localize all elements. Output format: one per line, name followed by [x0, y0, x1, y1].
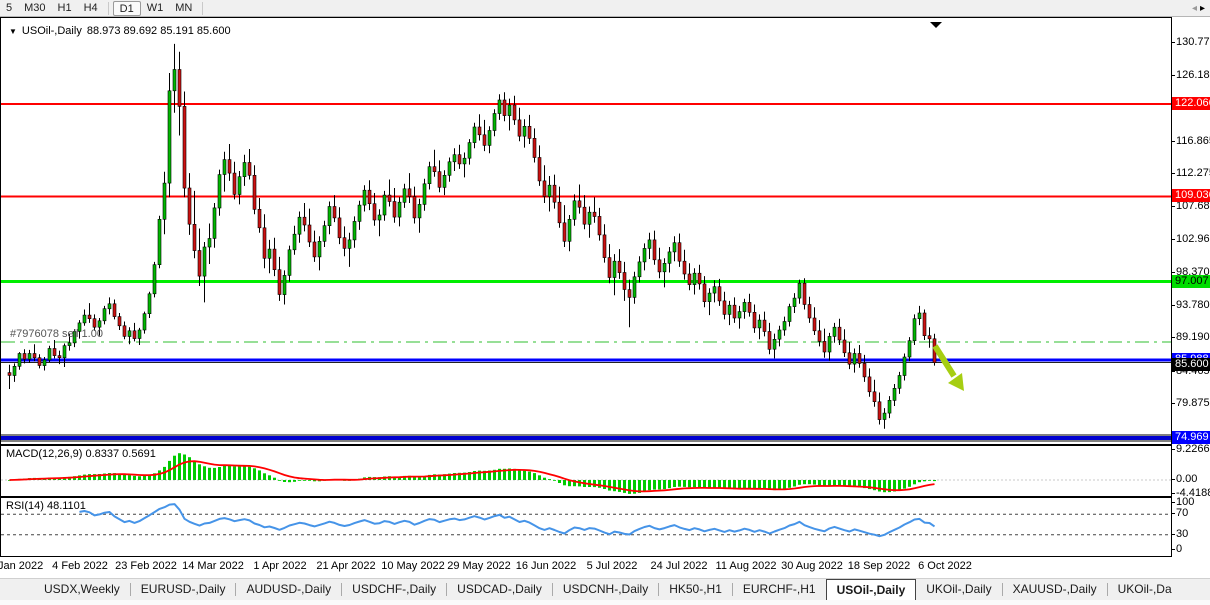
chart-tab-xauusddaily[interactable]: XAUUSD-,Daily [1003, 579, 1107, 600]
chart-tab-audusddaily[interactable]: AUDUSD-,Daily [236, 579, 341, 600]
price-highlight-label-74.969: 74.969 [1172, 431, 1210, 444]
macd-axis: 9.22660.00-4.4188 [1172, 445, 1210, 497]
timeframe-button-5[interactable]: 5 [0, 1, 18, 16]
macd-label: MACD(12,26,9) 0.8337 0.5691 [6, 448, 156, 460]
date-tick-label: 21 Apr 2022 [316, 560, 375, 572]
chart-tab-hk50h1[interactable]: HK50-,H1 [659, 579, 732, 600]
date-tick-label: 6 Oct 2022 [918, 560, 972, 572]
rsi-axis-label: 0 [1176, 543, 1182, 555]
candlestick-chart[interactable] [1, 18, 1171, 444]
chart-tab-eurusddaily[interactable]: EURUSD-,Daily [131, 579, 236, 600]
price-chart-panel[interactable]: ▼ USOil-,Daily 88.973 89.692 85.191 85.6… [0, 17, 1172, 445]
date-tick-label: 11 Aug 2022 [716, 560, 777, 572]
price-tick-label: 126.180 [1176, 69, 1210, 81]
chart-tab-usoildaily[interactable]: USOil-,Daily [826, 579, 917, 600]
chart-title: ▼ USOil-,Daily 88.973 89.692 85.191 85.6… [9, 25, 231, 37]
chart-tab-eurchfh1[interactable]: EURCHF-,H1 [733, 579, 826, 600]
macd-axis-label: 0.00 [1176, 473, 1197, 485]
timeframe-button-mn[interactable]: MN [169, 1, 198, 16]
timeframe-button-w1[interactable]: W1 [141, 1, 170, 16]
chart-tab-ukoilda[interactable]: UKOil-,Da [1108, 579, 1182, 600]
chart-shift-marker-icon[interactable] [930, 22, 942, 28]
tab-scroll-right-icon[interactable]: ▸ [1200, 3, 1208, 14]
rsi-chart [1, 498, 1171, 556]
macd-panel[interactable]: MACD(12,26,9) 0.8337 0.5691 [0, 445, 1172, 497]
rsi-panel[interactable]: RSI(14) 48.1101 [0, 497, 1172, 557]
date-tick-label: 23 Feb 2022 [115, 560, 177, 572]
date-tick-label: 5 Jul 2022 [587, 560, 638, 572]
toolbar-separator [202, 2, 203, 15]
open-order-label[interactable]: #7976078 sell 1.00 [10, 328, 103, 340]
date-axis[interactable]: 17 Jan 2022 4 Feb 2022 23 Feb 2022 14 Mar 2… [0, 557, 1210, 578]
chart-tab-usdcaddaily[interactable]: USDCAD-,Daily [447, 579, 552, 600]
chart-tab-ukoildaily[interactable]: UKOil-,Daily [916, 579, 1001, 600]
chart-tab-usdcnhdaily[interactable]: USDCNH-,Daily [553, 579, 658, 600]
date-tick-label: 1 Apr 2022 [253, 560, 306, 572]
chart-tab-usdchfdaily[interactable]: USDCHF-,Daily [342, 579, 446, 600]
chart-tab-usdxweekly[interactable]: USDX,Weekly [34, 579, 130, 600]
price-tick-label: 112.275 [1176, 167, 1210, 179]
mt4-window: 5M30H1H4 D1W1MN ▼ USOil-,Daily 88.973 89.… [0, 0, 1210, 605]
price-highlight-label-109.036: 109.036 [1172, 189, 1210, 202]
date-tick-label: 14 Mar 2022 [182, 560, 244, 572]
tab-scroll-left-icon[interactable]: ◂ [1192, 3, 1200, 14]
chart-ohlc-values: 88.973 89.692 85.191 85.600 [87, 25, 231, 37]
date-tick-label: 18 Sep 2022 [848, 560, 910, 572]
date-tick-label: 4 Feb 2022 [52, 560, 108, 572]
rsi-axis-label: 70 [1176, 507, 1188, 519]
price-tick-label: 93.780 [1176, 299, 1210, 311]
chart-symbol-period: USOil-,Daily [22, 25, 82, 37]
rsi-axis-label: 30 [1176, 528, 1188, 540]
price-tick-label: 79.875 [1176, 397, 1210, 409]
timeframe-button-h4[interactable]: H4 [78, 1, 104, 16]
timeframe-toolbar: 5M30H1H4 D1W1MN [0, 0, 1210, 17]
price-highlight-label-85.600: 85.600 [1172, 358, 1210, 371]
tab-scroll-arrows[interactable]: ◂▸ [1192, 3, 1208, 14]
date-tick-label: 10 May 2022 [381, 560, 445, 572]
price-highlight-label-97.007: 97.007 [1172, 275, 1210, 288]
macd-axis-label: 9.2266 [1176, 443, 1210, 455]
timeframe-button-m30[interactable]: M30 [18, 1, 51, 16]
date-tick-label: 17 Jan 2022 [0, 560, 43, 572]
price-tick-label: 116.865 [1176, 135, 1210, 147]
rsi-label: RSI(14) 48.1101 [6, 500, 86, 512]
date-tick-label: 29 May 2022 [447, 560, 511, 572]
toolbar-separator [108, 2, 109, 15]
date-tick-label: 30 Aug 2022 [781, 560, 843, 572]
timeframe-button-d1[interactable]: D1 [113, 1, 141, 16]
price-tick-label: 130.770 [1176, 36, 1210, 48]
collapse-triangle-icon[interactable]: ▼ [9, 27, 17, 36]
price-axis[interactable]: 130.770126.180116.865112.275107.685102.9… [1172, 17, 1210, 445]
rsi-axis: 10070300 [1172, 497, 1210, 557]
price-highlight-label-122.066: 122.066 [1172, 97, 1210, 110]
date-tick-label: 24 Jul 2022 [651, 560, 708, 572]
bottom-strip [0, 600, 1210, 605]
price-tick-label: 102.960 [1176, 233, 1210, 245]
macd-chart [1, 446, 1171, 496]
price-tick-label: 89.190 [1176, 331, 1210, 343]
date-tick-label: 16 Jun 2022 [516, 560, 577, 572]
timeframe-button-h1[interactable]: H1 [52, 1, 78, 16]
chart-tab-bar: USDX,WeeklyEURUSD-,DailyAUDUSD-,DailyUSD… [0, 578, 1210, 600]
